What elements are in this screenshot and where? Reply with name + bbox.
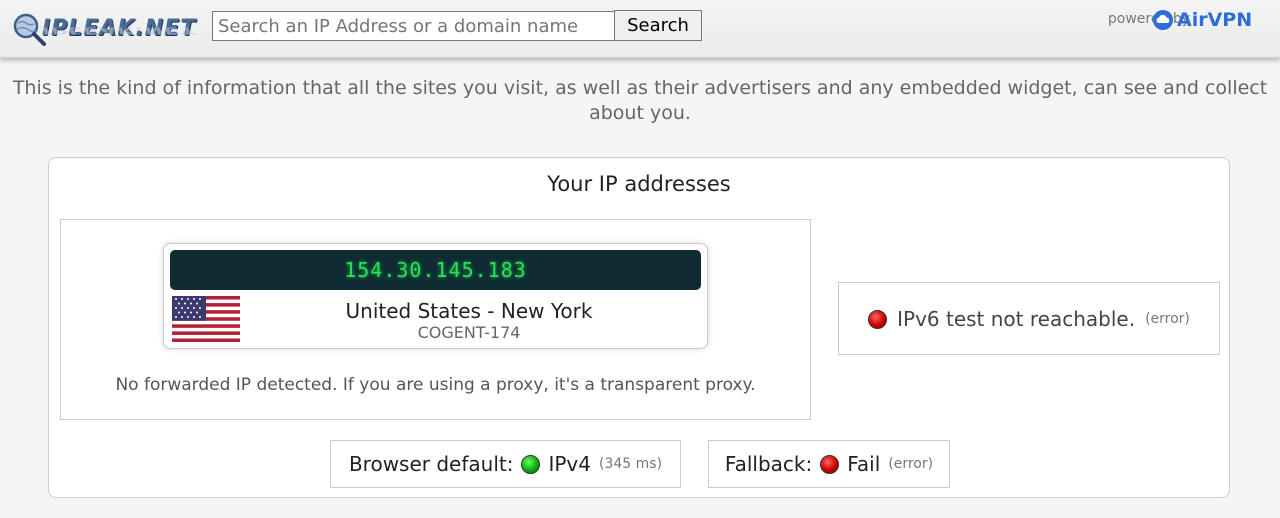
fallback-detail: (error) (888, 456, 934, 472)
fallback-label: Fallback: (724, 452, 813, 476)
ipv6-box: IPv6 test not reachable. (error) (838, 282, 1220, 355)
airvpn-cloud-icon (1153, 10, 1173, 30)
ip-addresses-card: Your IP addresses 154.30.145.183 United … (48, 157, 1230, 498)
proxy-note: No forwarded IP detected. If you are usi… (115, 375, 756, 395)
green-status-icon (521, 454, 541, 474)
fallback-box: Fallback: Fail (error) (708, 440, 950, 488)
ip-panel: 154.30.145.183 United States - New York … (163, 243, 708, 349)
search-button[interactable]: Search (614, 10, 702, 41)
browser-default-latency: (345 ms) (599, 456, 663, 472)
logo-reflection: IPLEAK.NET (42, 24, 197, 36)
intro-text: This is the kind of information that all… (12, 77, 1268, 124)
fallback-value: Fail (847, 452, 881, 476)
section-title: Your IP addresses (547, 172, 731, 196)
browser-default-label: Browser default: (348, 452, 514, 476)
magnifier-globe-icon (13, 13, 46, 46)
airvpn-label: AirVPN (1177, 9, 1253, 31)
airvpn-logo[interactable]: AirVPN (1152, 9, 1252, 31)
red-status-icon (820, 454, 840, 474)
us-flag-icon (172, 296, 240, 342)
ipv4-box: 154.30.145.183 United States - New York … (60, 219, 811, 420)
ip-location: United States - New York (345, 299, 593, 323)
ipleak-logo[interactable]: IPLEAK.NET IPLEAK.NET (12, 10, 196, 48)
red-status-icon (868, 309, 888, 329)
ip-address-display[interactable]: 154.30.145.183 (170, 250, 701, 290)
ip-isp: COGENT-174 (417, 323, 521, 342)
browser-default-value: IPv4 (548, 452, 591, 476)
browser-default-box: Browser default: IPv4 (345 ms) (330, 440, 681, 488)
ipv6-status: IPv6 test not reachable. (error) (839, 307, 1219, 331)
ipv6-message: IPv6 test not reachable. (897, 307, 1136, 331)
search-input[interactable] (212, 11, 615, 41)
site-header: IPLEAK.NET IPLEAK.NET Search powered by … (0, 0, 1280, 58)
ipv6-detail: (error) (1145, 311, 1190, 327)
